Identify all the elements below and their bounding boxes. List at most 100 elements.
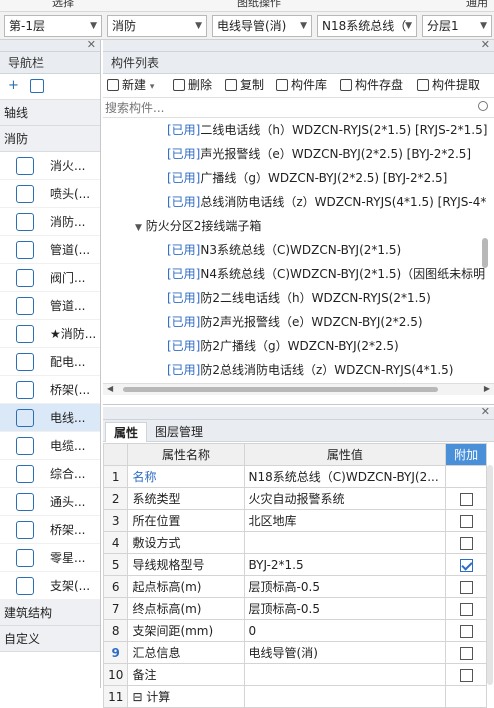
row-number: 9 <box>102 641 129 664</box>
property-row-group[interactable]: 11 ⊟ 计算 <box>102 685 487 708</box>
property-value[interactable]: BYJ-2*1.5 <box>243 553 447 576</box>
close-icon[interactable]: ✕ <box>481 38 490 51</box>
property-value[interactable]: N18系统总线（C)WDZCN-BYJ(2... <box>243 465 447 488</box>
close-icon[interactable]: ✕ <box>87 38 96 51</box>
nav-item-misc[interactable]: 零星... <box>0 544 100 572</box>
nav-section-structure[interactable]: 建筑结构 <box>0 600 100 626</box>
nav-item-distribution-box[interactable]: 配电... <box>0 348 100 376</box>
nav-item-label: 综合... <box>50 467 86 481</box>
extract-component-button[interactable]: 构件提取 <box>417 74 480 96</box>
nav-toolbar: + <box>0 74 100 100</box>
tree-row[interactable]: [已用]二线电话线（h）WDZCN-RYJS(2*1.5) [RYJS-2*1.… <box>167 118 487 142</box>
collapse-icon[interactable]: ▼ <box>135 223 142 233</box>
nav-item-fire-hydrant[interactable]: 消火... <box>0 152 100 180</box>
property-row[interactable]: 10 备注 <box>102 663 487 686</box>
component-combo[interactable]: N18系统总线（ ▼ <box>317 15 417 37</box>
nav-item-support[interactable]: 支架(... <box>0 572 100 600</box>
property-value[interactable]: 火灾自动报警系统 <box>243 487 447 510</box>
nav-item-sprinkler[interactable]: 喷头(... <box>0 180 100 208</box>
nav-item-combined[interactable]: 综合... <box>0 460 100 488</box>
scroll-right-icon[interactable]: ▶ <box>484 384 490 393</box>
property-row[interactable]: 2 系统类型 火灾自动报警系统 <box>102 487 487 510</box>
property-row[interactable]: 7 终点标高(m) 层顶标高-0.5 <box>102 597 487 620</box>
extra-checkbox[interactable] <box>459 514 473 528</box>
property-row-selected[interactable]: 9 汇总信息 电线导管(消) <box>102 641 487 664</box>
vertical-scrollbar-thumb[interactable] <box>482 238 488 268</box>
property-value[interactable]: 层顶标高-0.5 <box>243 575 447 598</box>
component-library-button[interactable]: 构件库 <box>276 74 327 96</box>
extra-checkbox[interactable] <box>459 668 473 682</box>
property-row[interactable]: 3 所在位置 北区地库 <box>102 509 487 532</box>
property-row[interactable]: 6 起点标高(m) 层顶标高-0.5 <box>102 575 487 598</box>
properties-scrollbar[interactable] <box>487 465 493 685</box>
delete-button[interactable]: 删除 <box>173 74 212 96</box>
nav-section-custom[interactable]: 自定义 <box>0 626 100 652</box>
pipe-fitting-icon <box>16 297 34 315</box>
menu-general[interactable]: 通用 <box>466 0 488 10</box>
nav-item-tee[interactable]: 通头... <box>0 488 100 516</box>
nav-item-fire-device[interactable]: 消防... <box>0 208 100 236</box>
extra-checkbox[interactable] <box>459 492 473 506</box>
type-combo[interactable]: 电线导管(消) ▼ <box>212 15 312 37</box>
property-value[interactable]: 北区地库 <box>243 509 447 532</box>
cable-icon <box>16 437 34 455</box>
tree-row[interactable]: [已用]广播线（g）WDZCN-BYJ(2*2.5) [BYJ-2*2.5] <box>167 166 447 190</box>
property-row[interactable]: 5 导线规格型号 BYJ-2*1.5 <box>102 553 487 576</box>
new-button[interactable]: 新建 ▾ <box>107 74 154 96</box>
nav-item-pipe-fitting[interactable]: 管道... <box>0 292 100 320</box>
extra-checkbox[interactable] <box>459 602 473 616</box>
save-component-button[interactable]: 构件存盘 <box>340 74 403 96</box>
extra-checkbox-checked[interactable] <box>459 558 473 572</box>
tree-group[interactable]: ▼ 防火分区2接线端子箱 <box>135 214 261 238</box>
tree-row[interactable]: [已用]声光报警线（e）WDZCN-BYJ(2*2.5) [BYJ-2*2.5] <box>167 142 471 166</box>
nav-section-fire[interactable]: 消防 <box>0 126 100 152</box>
scroll-left-icon[interactable]: ◀ <box>107 384 113 393</box>
property-value[interactable]: 0 <box>243 619 447 642</box>
tree-row[interactable]: [已用]防2广播线（g）WDZCN-BYJ(2*2.5) <box>167 334 399 358</box>
tree-row[interactable]: [已用]总线消防电话线（z）WDZCN-RYJS(4*1.5) [RYJS-4* <box>167 190 487 214</box>
extra-checkbox[interactable] <box>459 646 473 660</box>
tree-row[interactable]: [已用]防2声光报警线（e）WDZCN-BYJ(2*2.5) <box>167 310 423 334</box>
nav-item-cable-tray[interactable]: 桥架(... <box>0 376 100 404</box>
horizontal-scrollbar-thumb[interactable] <box>123 387 438 392</box>
discipline-combo[interactable]: 消防 ▼ <box>107 15 207 37</box>
property-value[interactable] <box>243 663 447 686</box>
close-icon[interactable]: ✕ <box>481 405 490 418</box>
layer-combo[interactable]: 分层1 ▼ <box>422 15 492 37</box>
property-name: 终点标高(m) <box>127 597 245 620</box>
nav-item-tray-fitting[interactable]: 桥架... <box>0 516 100 544</box>
property-value[interactable]: 层顶标高-0.5 <box>243 597 447 620</box>
property-row[interactable]: 1 名称 N18系统总线（C)WDZCN-BYJ(2... <box>102 465 487 488</box>
search-icon[interactable] <box>478 101 488 111</box>
extra-cell <box>445 685 487 708</box>
tree-row[interactable]: [已用]N4系统总线（C)WDZCN-BYJ(2*1.5)（因图纸未标明 <box>167 262 487 286</box>
horizontal-scrollbar[interactable]: ◀ ▶ <box>103 383 494 395</box>
tree-row[interactable]: [已用]防2总线消防电话线（z）WDZCN-RYJS(4*1.5) <box>167 358 453 382</box>
property-value[interactable] <box>243 531 447 554</box>
menu-drawing-ops[interactable]: 图纸操作 <box>237 0 281 10</box>
menu-select[interactable]: 选择 <box>52 0 74 10</box>
nav-item-cable[interactable]: 电缆... <box>0 432 100 460</box>
tab-properties[interactable]: 属性 <box>105 422 148 442</box>
extra-checkbox[interactable] <box>459 536 473 550</box>
nav-item-valve[interactable]: 阀门... <box>0 264 100 292</box>
property-name[interactable]: ⊟ 计算 <box>127 685 245 708</box>
extra-checkbox[interactable] <box>459 580 473 594</box>
add-icon[interactable]: + <box>8 78 19 93</box>
property-value[interactable]: 电线导管(消) <box>243 641 447 664</box>
floor-combo[interactable]: 第-1层 ▼ <box>4 15 102 37</box>
nav-section-axis[interactable]: 轴线 <box>0 100 100 126</box>
copy-button[interactable]: 复制 <box>225 74 264 96</box>
nav-item-fire-alarm[interactable]: ★消防... <box>0 320 100 348</box>
nav-item-wire-conduit[interactable]: 电线... <box>0 404 100 432</box>
extract-component-label: 构件提取 <box>432 78 481 92</box>
component-search-input[interactable] <box>105 99 475 117</box>
property-row[interactable]: 8 支架间距(mm) 0 <box>102 619 487 642</box>
tree-row[interactable]: [已用]防2二线电话线（h）WDZCN-RYJS(2*1.5) <box>167 286 431 310</box>
edit-icon[interactable] <box>30 79 44 93</box>
tree-row[interactable]: [已用]N3系统总线（C)WDZCN-BYJ(2*1.5) <box>167 238 401 262</box>
tab-layer-management[interactable]: 图层管理 <box>147 422 211 442</box>
extra-checkbox[interactable] <box>459 624 473 638</box>
property-row[interactable]: 4 敷设方式 <box>102 531 487 554</box>
nav-item-pipe[interactable]: 管道(... <box>0 236 100 264</box>
